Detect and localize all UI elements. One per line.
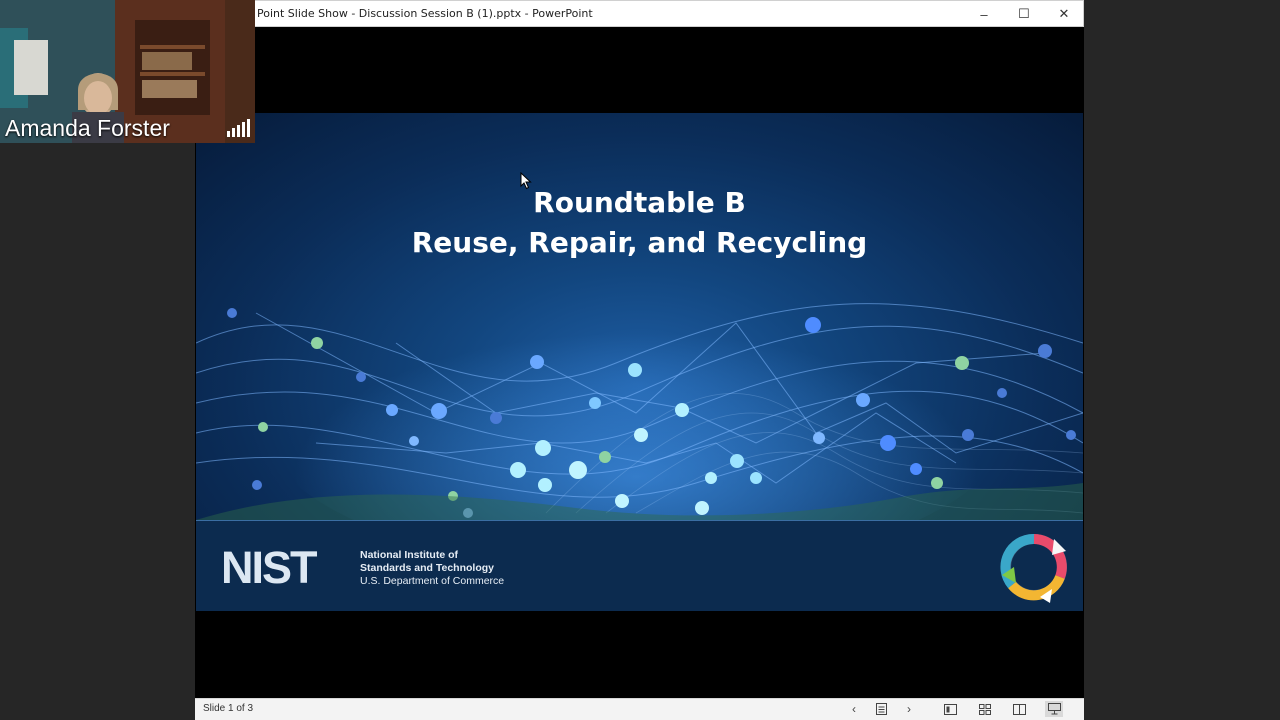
slideshow-icon	[1047, 703, 1061, 715]
chevron-left-icon: ‹	[852, 702, 856, 716]
maximize-button[interactable]: ☐	[1004, 1, 1044, 27]
org-line-2: Standards and Technology	[360, 562, 494, 574]
next-slide-button[interactable]: ›	[900, 701, 918, 717]
slideshow-button[interactable]	[1045, 701, 1063, 717]
slide-sorter-button[interactable]	[976, 701, 994, 717]
slide-title: Roundtable B Reuse, Repair, and Recyclin…	[196, 183, 1083, 263]
chevron-right-icon: ›	[907, 702, 911, 716]
notes-button[interactable]	[872, 701, 890, 717]
reading-view-icon	[1012, 703, 1026, 715]
status-bar: Slide 1 of 3 ‹ ›	[195, 698, 1084, 720]
nist-logo: NIST	[221, 546, 319, 590]
signal-strength-icon	[227, 119, 250, 137]
close-button[interactable]: ✕	[1044, 1, 1084, 27]
network-wave-graphic	[196, 253, 1083, 520]
title-bar: Point Slide Show - Discussion Session B …	[195, 0, 1084, 27]
normal-view-icon	[943, 703, 957, 715]
slide-title-line-1: Roundtable B	[533, 186, 746, 219]
slide-counter: Slide 1 of 3	[203, 703, 254, 714]
normal-view-button[interactable]	[941, 701, 959, 717]
powerpoint-window: Point Slide Show - Discussion Session B …	[195, 0, 1084, 720]
minimize-button[interactable]: –	[964, 1, 1004, 27]
minimize-icon: –	[980, 6, 988, 22]
participant-name: Amanda Forster	[5, 115, 170, 141]
previous-slide-button[interactable]: ‹	[845, 701, 863, 717]
participant-video-tile[interactable]: Amanda Forster	[0, 0, 255, 143]
mouse-cursor-icon	[520, 172, 532, 190]
slide-title-line-2: Reuse, Repair, and Recycling	[411, 226, 868, 259]
reading-view-button[interactable]	[1010, 701, 1028, 717]
notes-icon	[875, 703, 887, 715]
window-title: Point Slide Show - Discussion Session B …	[257, 7, 593, 20]
org-line-3: U.S. Department of Commerce	[360, 575, 505, 587]
nist-organization-name: National Institute of Standards and Tech…	[360, 549, 504, 588]
slide-sorter-icon	[979, 703, 991, 715]
org-line-1: National Institute of	[360, 549, 458, 561]
svg-text:NIST: NIST	[221, 546, 317, 590]
recycle-emblem-icon	[1000, 533, 1067, 603]
slide-footer: NIST National Institute of Standards and…	[196, 520, 1083, 611]
slide-canvas[interactable]: Roundtable B Reuse, Repair, and Recyclin…	[196, 113, 1083, 611]
maximize-icon: ☐	[1018, 6, 1030, 21]
close-icon: ✕	[1058, 6, 1070, 21]
